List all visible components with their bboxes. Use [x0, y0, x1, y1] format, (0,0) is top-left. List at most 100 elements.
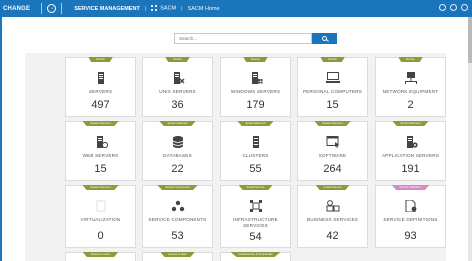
tile-label: SERVERS [88, 89, 113, 94]
tile-servers[interactable]: Device SERVERS 497 [65, 57, 136, 117]
app-logo: CHANGE [3, 5, 31, 12]
tile-tag: Device [165, 57, 190, 62]
tile-personal-computers[interactable]: Device PERSONAL COMPUTERS 15 [297, 57, 368, 117]
tile-count: 264 [323, 163, 342, 175]
tile-windows-servers[interactable]: Device WINDOWS SERVERS 179 [220, 57, 291, 117]
left-edge-strip [0, 17, 2, 261]
network-icon [404, 72, 417, 84]
tile-label: UNIX SERVERS [159, 89, 196, 94]
tile-tag: Device [398, 57, 423, 62]
app-server-icon [406, 136, 418, 148]
tile-infrastructure-services[interactable]: Actual Service INFRASTRUCTURE SERVICES 5… [220, 185, 291, 248]
tile-count: 22 [171, 163, 184, 175]
tile-tag: Service Definition [391, 185, 430, 190]
tile-access-to-data[interactable]: Access to data [142, 252, 213, 261]
infrastructure-icon [249, 200, 262, 212]
breadcrumb-separator: | [144, 5, 147, 12]
tile-tag: Device [243, 57, 268, 62]
top-navigation-bar: CHANGE ◔ SERVICE MANAGEMENT | SACM | SAC… [0, 0, 472, 17]
tile-tag: System Element [314, 121, 351, 126]
tile-label: DATABASES [163, 153, 192, 158]
tile-infrastructure-peripherals[interactable]: Infrastructure & Peripherals [220, 252, 291, 261]
virtualization-icon [96, 200, 105, 212]
tile-business-services[interactable]: Actual Service BUSINESS SERVICES 42 [297, 185, 368, 248]
cluster-icon [252, 136, 259, 148]
tile-label: SERVICE DEFINITIONS [383, 217, 438, 222]
brand-mark-icon: ◔ [47, 4, 57, 13]
tile-label: SERVICE COMPONENTS [148, 217, 207, 222]
brand[interactable]: CHANGE ◔ [0, 0, 70, 17]
monitor-icon [325, 72, 340, 83]
definition-icon [405, 200, 416, 212]
tile-tag: System Element [392, 121, 429, 126]
app-title[interactable]: SERVICE MANAGEMENT [74, 6, 140, 12]
tile-tag: System Element [82, 185, 119, 190]
tile-tag: System Element [82, 121, 119, 126]
tile-label: NETWORK EQUIPMENT [382, 89, 439, 94]
header-actions [439, 4, 468, 11]
tile-count: 497 [91, 99, 110, 111]
tile-count: 15 [326, 99, 339, 111]
tile-tag: Device [320, 57, 345, 62]
search-input[interactable] [174, 33, 312, 44]
windows-server-icon [251, 72, 262, 84]
tile-label: WEB SERVERS [82, 153, 119, 158]
settings-icon[interactable] [450, 4, 457, 11]
tile-count: 53 [171, 230, 184, 242]
tile-count: 191 [401, 163, 420, 175]
tile-access-to-users[interactable]: Access to users [65, 252, 136, 261]
unix-server-icon [173, 72, 184, 84]
ci-category-panel: Device SERVERS 497 Device UNIX SERVERS 3… [25, 53, 446, 261]
tile-virtualization[interactable]: System Element VIRTUALIZATION 0 [65, 185, 136, 248]
tile-tag: Access to data [160, 252, 195, 257]
search-icon[interactable] [439, 4, 446, 11]
tile-application-servers[interactable]: System Element APPLICATION SERVERS 191 [375, 121, 446, 181]
tile-databases[interactable]: System Element DATABASES 22 [142, 121, 213, 181]
tile-software[interactable]: System Element SOFTWARE 264 [297, 121, 368, 181]
tile-tag: Actual Service [238, 185, 273, 190]
tile-count: 55 [249, 163, 262, 175]
tile-tag: Service Component [157, 185, 198, 190]
tile-count: 36 [171, 99, 184, 111]
tile-count: 42 [326, 230, 339, 242]
business-services-icon [326, 200, 339, 212]
tile-label: APPLICATION SERVERS [382, 153, 439, 158]
tile-label: INFRASTRUCTURE SERVICES [233, 217, 278, 228]
tile-service-components[interactable]: Service Component SERVICE COMPONENTS 53 [142, 185, 213, 248]
divider [41, 3, 43, 14]
tile-label: CLUSTERS [242, 153, 269, 158]
tile-tag: System Element [237, 121, 274, 126]
server-icon [97, 72, 104, 84]
search-icon [322, 36, 327, 41]
scrollbar[interactable] [468, 17, 472, 261]
breadcrumb-separator: | [181, 5, 183, 12]
tile-tag: Infrastructure & Peripherals [230, 252, 281, 257]
tile-tag: Device [88, 57, 113, 62]
grid-icon [151, 5, 158, 12]
components-icon [171, 200, 184, 212]
nav-sacm-label: SACM [160, 5, 177, 12]
tile-network-equipment[interactable]: Device NETWORK EQUIPMENT 2 [375, 57, 446, 117]
tile-label: SOFTWARE [318, 153, 347, 158]
help-icon[interactable] [461, 4, 468, 11]
tile-count: 179 [246, 99, 265, 111]
divider [61, 3, 63, 14]
database-icon [172, 136, 183, 148]
nav-sacm-home[interactable]: SACM Home [188, 6, 220, 12]
tile-tag: System Element [159, 121, 196, 126]
tile-service-definitions[interactable]: Service Definition SERVICE DEFINITIONS 9… [375, 185, 446, 248]
tile-count: 93 [404, 230, 417, 242]
tile-web-servers[interactable]: System Element WEB SERVERS 15 [65, 121, 136, 181]
tile-count: 15 [94, 163, 107, 175]
search-button[interactable] [312, 33, 337, 44]
tile-count: 0 [97, 230, 104, 242]
tile-clusters[interactable]: System Element CLUSTERS 55 [220, 121, 291, 181]
nav-sacm[interactable]: SACM [151, 5, 177, 12]
search-bar [174, 33, 337, 44]
tile-label: BUSINESS SERVICES [306, 217, 359, 222]
web-server-icon [96, 136, 108, 148]
tile-label: PERSONAL COMPUTERS [302, 89, 363, 94]
tile-count: 2 [407, 99, 414, 111]
tile-unix-servers[interactable]: Device UNIX SERVERS 36 [142, 57, 213, 117]
tile-tag: Access to users [82, 252, 119, 257]
